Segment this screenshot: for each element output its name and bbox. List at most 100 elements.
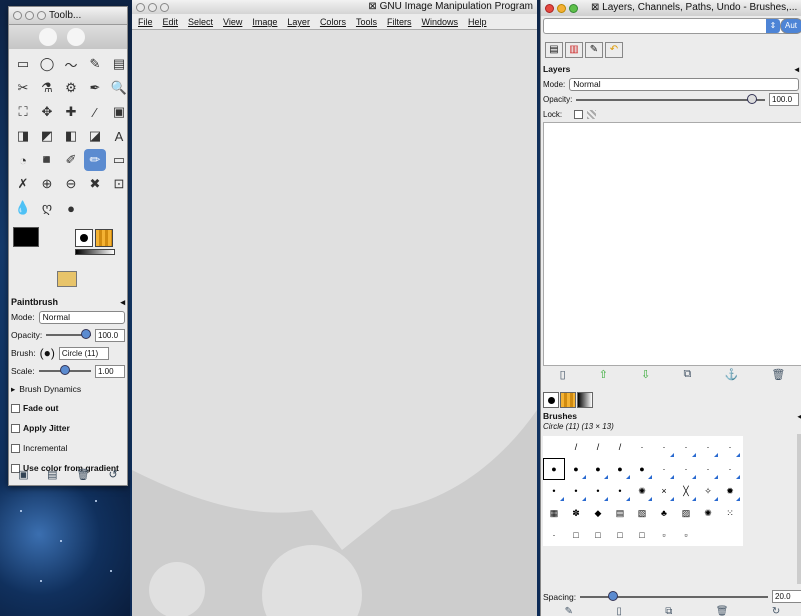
tool-button[interactable]: ◨	[12, 125, 34, 147]
tool-button[interactable]: ▭	[108, 149, 130, 171]
minimize-button[interactable]	[148, 3, 157, 12]
menu-tools[interactable]: Tools	[356, 14, 377, 29]
brush-cell[interactable]: ✹	[719, 480, 741, 502]
layers-opacity-input[interactable]: 100.0	[769, 93, 799, 106]
save-options-icon[interactable]: ▣	[18, 468, 28, 481]
delete-layer-icon[interactable]: 🗑	[771, 368, 785, 386]
tab-undo[interactable]: ↶	[605, 42, 623, 58]
brush-preview[interactable]	[75, 229, 93, 247]
tab-channels[interactable]: ▥	[565, 42, 583, 58]
edit-brush-icon[interactable]: ✎	[565, 606, 573, 616]
tool-button[interactable]: ◪	[84, 125, 106, 147]
tool-button[interactable]: 💧	[12, 197, 34, 219]
tool-button[interactable]: ◔	[12, 149, 34, 171]
tool-button[interactable]: ◾	[36, 149, 58, 171]
brush-cell[interactable]: ▤	[609, 502, 631, 524]
tool-button[interactable]: ✖	[84, 173, 106, 195]
incremental-checkbox[interactable]	[11, 443, 20, 453]
tool-button[interactable]: ⚙	[60, 77, 82, 99]
brush-cell[interactable]: ·	[697, 458, 719, 480]
brush-dynamics-expander[interactable]: Brush Dynamics	[19, 384, 81, 394]
layers-opacity-slider[interactable]	[576, 93, 765, 104]
new-brush-icon[interactable]: ▯	[616, 606, 622, 616]
menu-layer[interactable]: Layer	[287, 14, 310, 29]
active-image-icon[interactable]	[57, 271, 77, 287]
tool-button[interactable]: A	[108, 125, 130, 147]
brush-cell[interactable]: •	[543, 480, 565, 502]
raise-layer-icon[interactable]: ⇧	[599, 368, 608, 386]
zoom-button[interactable]	[37, 11, 46, 20]
tool-button[interactable]: ⊖	[60, 173, 82, 195]
close-button[interactable]	[545, 4, 554, 13]
brush-cell[interactable]: ●	[565, 458, 587, 480]
lock-pixels-checkbox[interactable]	[574, 110, 584, 119]
scale-input[interactable]: 1.00	[95, 364, 125, 378]
duplicate-brush-icon[interactable]: ⧉	[665, 606, 672, 616]
tool-button[interactable]: ◩	[36, 125, 58, 147]
brush-cell[interactable]: □	[631, 524, 653, 546]
layers-mode-select[interactable]: Normal	[569, 78, 799, 91]
tool-button[interactable]: ✒	[84, 77, 106, 99]
spacing-input[interactable]: 20.0	[772, 590, 801, 603]
brush-cell[interactable]	[697, 524, 719, 546]
brush-cell[interactable]: ●	[587, 458, 609, 480]
minimize-button[interactable]	[557, 4, 566, 13]
menu-view[interactable]: View	[223, 14, 242, 29]
brush-cell[interactable]: •	[565, 480, 587, 502]
image-selector[interactable]: ⇕ Aut	[543, 18, 801, 34]
tool-button[interactable]: ღ	[36, 197, 58, 219]
brush-button[interactable]: (●)	[40, 346, 55, 360]
brush-cell[interactable]: ●	[543, 458, 565, 480]
tool-button[interactable]: ✂	[12, 77, 34, 99]
fade-out-checkbox[interactable]	[11, 403, 20, 413]
menu-image[interactable]: Image	[252, 14, 277, 29]
tool-button[interactable]: ⛶	[12, 101, 34, 123]
tool-button[interactable]: ✏	[84, 149, 106, 171]
brush-cell[interactable]: ▧	[631, 502, 653, 524]
menu-windows[interactable]: Windows	[421, 14, 458, 29]
tool-button[interactable]: ✚	[60, 101, 82, 123]
tab-layers[interactable]: ▤	[545, 42, 563, 58]
brush-cell[interactable]: ◆	[587, 502, 609, 524]
brush-cell[interactable]: □	[609, 524, 631, 546]
brush-cell[interactable]	[543, 436, 565, 458]
refresh-brushes-icon[interactable]: ↻	[772, 606, 780, 616]
brush-cell[interactable]: ·	[653, 458, 675, 480]
image-window-titlebar[interactable]: ⊠ GNU Image Manipulation Program	[132, 0, 537, 14]
brush-cell[interactable]: /	[609, 436, 631, 458]
tool-button[interactable]: ⊕	[36, 173, 58, 195]
brush-cell[interactable]: ▫	[653, 524, 675, 546]
tool-button[interactable]: 🔍	[108, 77, 130, 99]
tool-button[interactable]: ⁄	[84, 101, 106, 123]
tool-button[interactable]: ✐	[60, 149, 82, 171]
tool-button[interactable]: 〜	[60, 53, 82, 75]
new-layer-icon[interactable]: ▯	[560, 368, 566, 386]
layers-list[interactable]	[543, 122, 801, 366]
lower-layer-icon[interactable]: ⇩	[641, 368, 650, 386]
brush-cell[interactable]: ✺	[631, 480, 653, 502]
close-button[interactable]	[136, 3, 145, 12]
tool-button[interactable]: ▣	[108, 101, 130, 123]
tool-button[interactable]: ⊡	[108, 173, 130, 195]
brush-cell[interactable]: ·	[697, 436, 719, 458]
reset-options-icon[interactable]: ↺	[109, 468, 118, 481]
brush-cell[interactable]: /	[565, 436, 587, 458]
tool-button[interactable]: ●	[60, 197, 82, 219]
menu-select[interactable]: Select	[188, 14, 213, 29]
tab-brushes[interactable]	[543, 392, 559, 408]
gradient-preview[interactable]	[75, 249, 115, 255]
brush-cell[interactable]: ·	[719, 458, 741, 480]
empty-canvas[interactable]	[132, 30, 537, 616]
menu-edit[interactable]: Edit	[163, 14, 179, 29]
brush-cell[interactable]: ♣	[653, 502, 675, 524]
menu-help[interactable]: Help	[468, 14, 487, 29]
brush-cell[interactable]: ·	[543, 524, 565, 546]
brush-cell[interactable]	[719, 524, 741, 546]
opacity-input[interactable]: 100.0	[95, 328, 125, 342]
brush-cell[interactable]: ✽	[565, 502, 587, 524]
brush-cell[interactable]: ·	[675, 436, 697, 458]
restore-options-icon[interactable]: ▤	[47, 468, 57, 481]
menu-filters[interactable]: Filters	[387, 14, 412, 29]
minimize-button[interactable]	[25, 11, 34, 20]
anchor-layer-icon[interactable]: ⚓	[725, 368, 739, 386]
